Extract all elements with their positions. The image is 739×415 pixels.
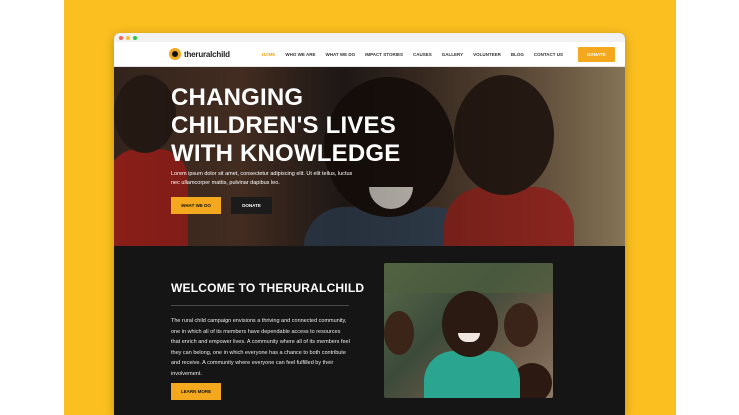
- hero-description: Lorem ipsum dolor sit amet, consectetur …: [171, 171, 353, 186]
- nav-item-home[interactable]: HOME: [262, 52, 276, 57]
- page-margin-right: [676, 0, 739, 415]
- nav-item-blog[interactable]: BLOG: [511, 52, 524, 57]
- welcome-description: The rural child campaign envisions a thr…: [171, 318, 350, 377]
- hero-section: CHANGING CHILDREN'S LIVES WITH KNOWLEDGE…: [114, 67, 625, 246]
- close-window-icon[interactable]: [119, 35, 123, 40]
- browser-window: theruralchild HOME WHO WE ARE WHAT WE DO…: [114, 33, 625, 415]
- photo-shape: [424, 351, 520, 398]
- donate-nav-button[interactable]: DONATE: [578, 46, 615, 62]
- welcome-section: WELCOME TO THERURALCHILD The rural child…: [114, 246, 625, 415]
- nav-item-what-we-do[interactable]: WHAT WE DO: [325, 52, 355, 57]
- nav-item-volunteer[interactable]: VOLUNTEER: [473, 52, 501, 57]
- photo-shape: [504, 303, 538, 347]
- site-logo[interactable]: theruralchild: [169, 48, 230, 60]
- minimize-window-icon[interactable]: [126, 35, 130, 40]
- page-margin-left: [0, 0, 64, 415]
- what-we-do-button[interactable]: WHAT WE DO: [171, 197, 221, 214]
- photo-shape: [384, 263, 553, 293]
- donate-hero-button[interactable]: DONATE: [231, 197, 272, 214]
- nav-item-contact-us[interactable]: CONTACT US: [534, 52, 563, 57]
- maximize-window-icon[interactable]: [133, 35, 137, 40]
- child-circle-logo-icon: [169, 48, 181, 60]
- divider: [171, 305, 349, 306]
- window-titlebar: [114, 33, 625, 42]
- nav-item-causes[interactable]: CAUSES: [413, 52, 432, 57]
- photo-shape: [442, 291, 498, 357]
- hero-title: CHANGING CHILDREN'S LIVES WITH KNOWLEDGE: [171, 84, 401, 167]
- children-photo: [384, 263, 553, 398]
- nav-item-impact-stories[interactable]: IMPACT STORIES: [365, 52, 403, 57]
- welcome-title: WELCOME TO THERURALCHILD: [171, 281, 365, 295]
- nav-item-gallery[interactable]: GALLERY: [442, 52, 463, 57]
- photo-shape: [384, 311, 414, 355]
- site-header: theruralchild HOME WHO WE ARE WHAT WE DO…: [114, 42, 625, 67]
- logo-text: theruralchild: [184, 49, 230, 59]
- nav-item-who-we-are[interactable]: WHO WE ARE: [285, 52, 315, 57]
- learn-more-button[interactable]: LEARN MORE: [171, 383, 221, 400]
